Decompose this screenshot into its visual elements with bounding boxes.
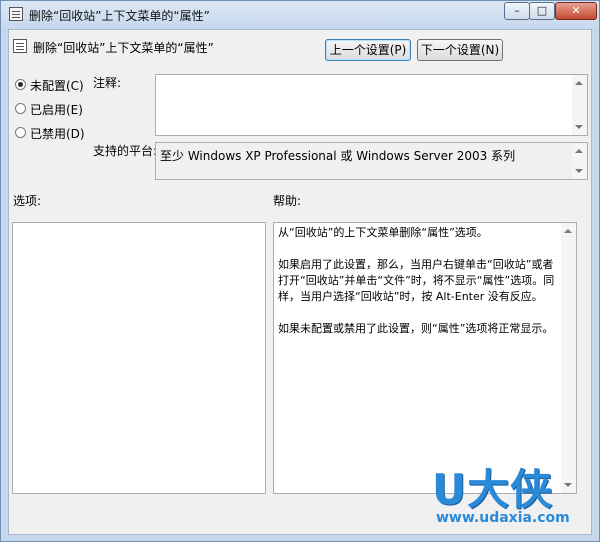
radio-indicator[interactable] xyxy=(15,127,26,138)
policy-dialog-window: 删除“回收站”上下文菜单的“属性” – □ ✕ 删除“回收站”上下文菜单的“属性… xyxy=(0,0,600,542)
window-title: 删除“回收站”上下文菜单的“属性” xyxy=(29,9,210,23)
comment-label: 注释: xyxy=(93,76,122,90)
help-paragraph: 从“回收站”的上下文菜单删除“属性”选项。 xyxy=(278,226,488,239)
options-label: 选项: xyxy=(13,194,42,208)
platform-scrollbar[interactable] xyxy=(572,143,587,179)
comment-textarea[interactable] xyxy=(155,74,588,136)
radio-selected-indicator[interactable] xyxy=(15,79,26,90)
policy-title: 删除“回收站”上下文菜单的“属性” xyxy=(33,41,214,55)
radio-disabled[interactable]: 已禁用(D) xyxy=(15,125,85,141)
scroll-down-icon[interactable] xyxy=(575,169,583,173)
watermark-logo: U大侠 www.udaxia.com xyxy=(426,456,586,536)
radio-label: 未配置(C) xyxy=(30,79,84,93)
title-bar[interactable]: 删除“回收站”上下文菜单的“属性” – □ ✕ xyxy=(1,1,599,29)
next-setting-button[interactable]: 下一个设置(N) xyxy=(417,39,503,61)
help-scrollbar[interactable] xyxy=(561,223,576,493)
help-pane[interactable]: 从“回收站”的上下文菜单删除“属性”选项。 如果启用了此设置，那么，当用户右键单… xyxy=(273,222,577,494)
policy-setting-icon xyxy=(9,7,23,21)
options-pane[interactable] xyxy=(12,222,266,494)
watermark-brand: U大侠 xyxy=(432,465,554,514)
help-paragraph: 如果未配置或禁用了此设置，则“属性”选项将正常显示。 xyxy=(278,322,554,335)
maximize-button[interactable]: □ xyxy=(529,2,555,20)
scroll-down-icon[interactable] xyxy=(575,125,583,129)
radio-label: 已启用(E) xyxy=(30,103,83,117)
radio-indicator[interactable] xyxy=(15,103,26,114)
watermark-url: www.udaxia.com xyxy=(436,510,570,526)
platform-label: 支持的平台: xyxy=(93,144,158,158)
help-label: 帮助: xyxy=(273,194,302,208)
scroll-up-icon[interactable] xyxy=(564,229,572,233)
previous-setting-button[interactable]: 上一个设置(P) xyxy=(325,39,411,61)
help-paragraph: 如果启用了此设置，那么，当用户右键单击“回收站”或者打开“回收站”并单击“文件”… xyxy=(278,258,555,303)
radio-label: 已禁用(D) xyxy=(30,127,85,141)
platform-field: 至少 Windows XP Professional 或 Windows Ser… xyxy=(155,142,588,180)
radio-not-configured[interactable]: 未配置(C) xyxy=(15,77,85,93)
help-text: 从“回收站”的上下文菜单删除“属性”选项。 如果启用了此设置，那么，当用户右键单… xyxy=(278,225,562,353)
minimize-button[interactable]: – xyxy=(504,2,530,20)
platform-value: 至少 Windows XP Professional 或 Windows Ser… xyxy=(160,149,516,163)
scroll-up-icon[interactable] xyxy=(575,81,583,85)
comment-scrollbar[interactable] xyxy=(572,75,587,135)
close-button[interactable]: ✕ xyxy=(555,2,597,20)
radio-enabled[interactable]: 已启用(E) xyxy=(15,101,85,117)
scroll-up-icon[interactable] xyxy=(575,149,583,153)
policy-setting-icon xyxy=(13,39,27,53)
